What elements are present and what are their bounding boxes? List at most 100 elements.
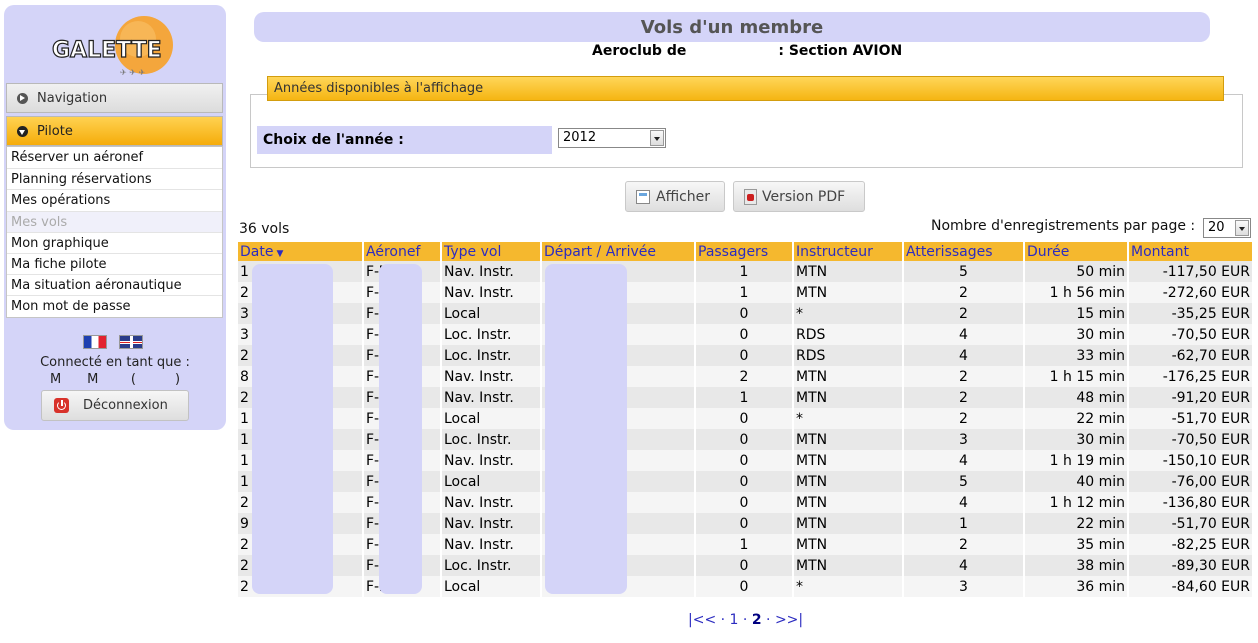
pilote-header[interactable]: Pilote	[6, 116, 223, 146]
column-header-instructeur[interactable]: Instructeur	[793, 242, 904, 261]
pager-last[interactable]: >>|	[775, 612, 803, 628]
power-icon	[54, 398, 69, 413]
pager-first[interactable]: |<<	[688, 612, 716, 628]
aeroclub-label: Aeroclub de	[592, 43, 687, 59]
cell-type-vol: Nav. Instr.	[441, 261, 542, 282]
cell-montant: -62,70 EUR	[1128, 345, 1254, 366]
column-header-depart-arrivee[interactable]: Départ / Arrivée	[541, 242, 696, 261]
pdf-icon	[744, 188, 757, 205]
menu-item-mes-vols[interactable]: Mes vols	[7, 210, 222, 232]
logout-button[interactable]: Déconnexion	[41, 390, 189, 421]
per-page-label: Nombre d'enregistrements par page :	[931, 218, 1196, 234]
cell-duree: 48 min	[1024, 387, 1129, 408]
column-header-duree[interactable]: Durée	[1024, 242, 1129, 261]
cell-atterissages: 4	[903, 345, 1025, 366]
cell-passagers: 1	[695, 282, 794, 303]
cell-duree: 1 h 56 min	[1024, 282, 1129, 303]
cell-type-vol: Nav. Instr.	[441, 387, 542, 408]
cell-type-vol: Loc. Instr.	[441, 429, 542, 450]
cell-passagers: 0	[695, 555, 794, 576]
cell-atterissages: 5	[903, 471, 1025, 492]
cell-atterissages: 3	[903, 429, 1025, 450]
pager-page-1[interactable]: 1	[730, 612, 739, 628]
cell-instructeur: MTN	[793, 534, 904, 555]
menu-item-planning[interactable]: Planning réservations	[7, 168, 222, 189]
year-select[interactable]: 2012	[558, 128, 666, 148]
galette-logo[interactable]: GALETTE ✈ ✈ ✈	[48, 15, 184, 77]
logo-text: GALETTE	[52, 38, 162, 63]
menu-item-graphique[interactable]: Mon graphique	[7, 231, 222, 253]
connected-user: M M ( )	[49, 372, 181, 387]
cell-instructeur: MTN	[793, 282, 904, 303]
year-filter-legend: Années disponibles à l'affichage	[267, 76, 1224, 101]
column-header-montant[interactable]: Montant	[1128, 242, 1254, 261]
navigation-header[interactable]: Navigation	[6, 83, 223, 113]
cell-montant: -150,10 EUR	[1128, 450, 1254, 471]
pdf-button[interactable]: Version PDF	[733, 181, 865, 212]
cell-passagers: 0	[695, 324, 794, 345]
cell-atterissages: 4	[903, 450, 1025, 471]
cell-duree: 15 min	[1024, 303, 1129, 324]
cell-montant: -272,60 EUR	[1128, 282, 1254, 303]
cell-montant: -51,70 EUR	[1128, 408, 1254, 429]
menu-item-fiche-pilote[interactable]: Ma fiche pilote	[7, 252, 222, 274]
cell-duree: 38 min	[1024, 555, 1129, 576]
section-label: : Section AVION	[778, 43, 903, 59]
cell-atterissages: 2	[903, 408, 1025, 429]
cell-duree: 1 h 12 min	[1024, 492, 1129, 513]
table-header-row: Date ▼ Aéronef Type vol Départ / Arrivée …	[238, 242, 1254, 261]
cell-instructeur: MTN	[793, 492, 904, 513]
cell-duree: 30 min	[1024, 324, 1129, 345]
year-select-value: 2012	[563, 130, 597, 145]
pdf-button-label: Version PDF	[762, 188, 846, 205]
menu-item-mot-de-passe[interactable]: Mon mot de passe	[7, 295, 222, 316]
cell-montant: -82,25 EUR	[1128, 534, 1254, 555]
french-flag-icon[interactable]	[83, 335, 107, 349]
english-flag-icon[interactable]	[119, 335, 143, 349]
connected-label: Connecté en tant que :	[40, 355, 190, 370]
cell-atterissages: 3	[903, 576, 1025, 597]
cell-duree: 1 h 15 min	[1024, 366, 1129, 387]
menu-item-situation[interactable]: Ma situation aéronautique	[7, 274, 222, 295]
cell-instructeur: MTN	[793, 261, 904, 282]
dropdown-arrow-icon[interactable]	[1235, 220, 1249, 236]
cell-atterissages: 2	[903, 282, 1025, 303]
cell-instructeur: *	[793, 408, 904, 429]
pager-page-2: 2	[751, 612, 762, 628]
cell-instructeur: MTN	[793, 366, 904, 387]
flight-count: 36 vols	[239, 221, 290, 237]
cell-instructeur: MTN	[793, 429, 904, 450]
cell-atterissages: 2	[903, 366, 1025, 387]
cell-passagers: 0	[695, 513, 794, 534]
cell-duree: 33 min	[1024, 345, 1129, 366]
cell-duree: 22 min	[1024, 408, 1129, 429]
show-button[interactable]: Afficher	[625, 181, 725, 212]
dropdown-arrow-icon[interactable]	[650, 130, 664, 146]
language-flags	[83, 335, 143, 349]
cell-passagers: 1	[695, 534, 794, 555]
cell-type-vol: Nav. Instr.	[441, 282, 542, 303]
year-label: Choix de l'année :	[257, 126, 552, 154]
cell-type-vol: Nav. Instr.	[441, 450, 542, 471]
menu-item-operations[interactable]: Mes opérations	[7, 189, 222, 210]
cell-instructeur: MTN	[793, 387, 904, 408]
column-header-date[interactable]: Date ▼	[238, 242, 364, 261]
cell-atterissages: 5	[903, 261, 1025, 282]
column-header-passagers[interactable]: Passagers	[695, 242, 794, 261]
cell-passagers: 0	[695, 303, 794, 324]
cell-instructeur: RDS	[793, 345, 904, 366]
cell-instructeur: MTN	[793, 513, 904, 534]
menu-item-reserver[interactable]: Réserver un aéronef	[7, 147, 222, 168]
cell-atterissages: 4	[903, 492, 1025, 513]
per-page-select[interactable]: 20	[1203, 218, 1251, 238]
column-header-atterissages[interactable]: Atterissages	[903, 242, 1025, 261]
chevron-right-icon	[17, 92, 28, 104]
cell-duree: 36 min	[1024, 576, 1129, 597]
column-header-aeronef[interactable]: Aéronef	[363, 242, 442, 261]
cell-instructeur: *	[793, 303, 904, 324]
chevron-down-icon	[17, 125, 28, 137]
redacted-registrations	[379, 264, 422, 594]
cell-duree: 40 min	[1024, 471, 1129, 492]
column-header-type-vol[interactable]: Type vol	[441, 242, 542, 261]
cell-passagers: 0	[695, 576, 794, 597]
